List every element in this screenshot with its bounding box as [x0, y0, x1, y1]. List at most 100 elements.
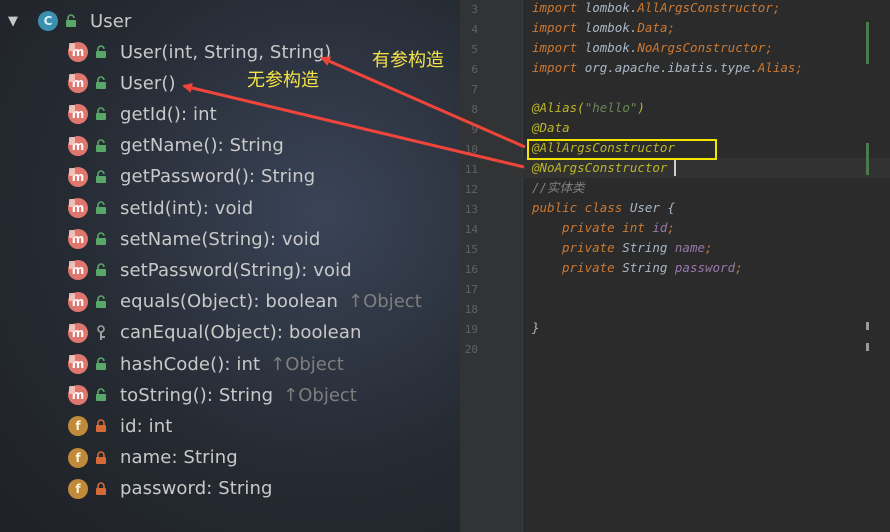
member-label: equals(Object): boolean — [120, 291, 339, 313]
member-label: canEqual(Object): boolean — [120, 322, 362, 344]
member-label: getPassword(): String — [120, 166, 316, 188]
member-label: User() — [120, 72, 176, 94]
public-unlock-icon — [94, 356, 108, 372]
member-row[interactable]: m User() — [68, 69, 176, 97]
text-cursor — [674, 160, 676, 176]
line-number: 6 — [471, 63, 478, 76]
line-number: 3 — [471, 3, 478, 16]
member-row[interactable]: m canEqual(Object): boolean — [68, 319, 362, 347]
method-icon: m — [68, 260, 88, 281]
inherited-from-label: ↑Object — [283, 384, 357, 406]
line-number: 10 — [464, 143, 478, 156]
member-label: User(int, String, String) — [120, 41, 332, 63]
member-row[interactable]: m getName(): String — [68, 132, 284, 160]
code-alias-annotation: @Alias("hello") — [532, 100, 645, 115]
public-unlock-icon — [94, 262, 108, 278]
line-number: 16 — [464, 263, 478, 276]
method-icon: m — [68, 322, 88, 343]
code-class-declaration: public class User { — [532, 200, 675, 215]
field-icon: f — [68, 478, 88, 499]
vcs-change-marker — [866, 143, 869, 175]
field-icon: f — [68, 416, 88, 437]
line-number: 19 — [464, 323, 478, 336]
public-unlock-icon — [94, 200, 108, 216]
member-label: getName(): String — [120, 135, 284, 157]
code-import-line: import org.apache.ibatis.type.Alias; — [532, 60, 803, 75]
allargs-highlight-box — [527, 139, 717, 160]
member-row[interactable]: f id: int — [68, 412, 172, 440]
scroll-marker — [866, 343, 869, 351]
vcs-change-marker — [866, 22, 869, 64]
line-number: 17 — [464, 283, 478, 296]
method-icon: m — [68, 135, 88, 156]
line-number: 11 — [464, 163, 478, 176]
line-number: 12 — [464, 183, 478, 196]
member-row[interactable]: m setId(int): void — [68, 194, 253, 222]
member-label: name: String — [120, 447, 238, 469]
member-label: password: String — [120, 478, 273, 500]
private-lock-icon — [94, 450, 108, 466]
protected-key-icon — [94, 324, 108, 341]
member-label: setPassword(String): void — [120, 259, 352, 281]
tree-root-user[interactable]: ▼ C User — [8, 7, 131, 35]
public-unlock-icon — [94, 44, 108, 60]
member-label: toString(): String — [120, 384, 274, 406]
code-import-line: import lombok.Data; — [532, 20, 676, 35]
member-row[interactable]: m User(int, String, String) — [68, 38, 331, 66]
method-icon: m — [68, 73, 88, 94]
code-close-brace: } — [532, 320, 540, 335]
member-row[interactable]: m toString(): String ↑Object — [68, 381, 357, 409]
member-row[interactable]: m setPassword(String): void — [68, 256, 352, 284]
method-icon: m — [68, 166, 88, 187]
public-unlock-icon — [94, 106, 108, 122]
inherited-from-label: ↑Object — [270, 353, 344, 375]
code-field-id: private int id; — [562, 220, 675, 235]
member-row[interactable]: m getPassword(): String — [68, 163, 315, 191]
line-number: 18 — [464, 303, 478, 316]
scroll-marker — [866, 322, 869, 330]
member-row[interactable]: m getId(): int — [68, 100, 217, 128]
structure-panel: ▼ C User m User(int, String, String) m User… — [0, 0, 460, 532]
line-number: 14 — [464, 223, 478, 236]
line-number: 5 — [471, 43, 478, 56]
method-icon: m — [68, 354, 88, 374]
class-icon: C — [38, 11, 58, 31]
member-row[interactable]: m hashCode(): int ↑Object — [68, 350, 344, 378]
method-icon: m — [68, 198, 88, 218]
method-icon: m — [68, 229, 88, 250]
line-number-gutter: 3 4 5 6 7 8 9 10 11 12 13 14 15 16 17 18 19 20 — [460, 0, 523, 532]
code-comment: //实体类 — [532, 180, 585, 195]
member-label: id: int — [120, 415, 173, 437]
line-number: 8 — [471, 103, 478, 116]
method-icon: m — [68, 385, 88, 406]
member-row[interactable]: f password: String — [68, 475, 273, 503]
public-unlock-icon — [94, 387, 108, 403]
code-noargs-annotation: @NoArgsConstructor — [532, 160, 668, 175]
member-label: setId(int): void — [120, 197, 254, 219]
public-unlock-icon — [94, 231, 108, 247]
member-label: hashCode(): int — [120, 353, 261, 375]
line-number: 9 — [471, 123, 478, 136]
method-icon: m — [68, 42, 88, 62]
line-number: 15 — [464, 243, 478, 256]
private-lock-icon — [94, 418, 108, 434]
public-unlock-icon — [94, 75, 108, 91]
member-row[interactable]: m setName(String): void — [68, 225, 320, 253]
field-icon: f — [68, 447, 88, 468]
public-unlock-icon — [94, 138, 108, 154]
member-row[interactable]: m equals(Object): boolean ↑Object — [68, 288, 422, 316]
code-editor[interactable]: 3 4 5 6 7 8 9 10 11 12 13 14 15 16 17 18 19 20 import lom… — [460, 0, 890, 532]
member-label: getId(): int — [120, 103, 217, 125]
code-import-line: import lombok.AllArgsConstructor; — [532, 0, 781, 15]
inherited-from-label: ↑Object — [348, 291, 422, 313]
method-icon: m — [68, 291, 88, 312]
code-field-name: private String name; — [562, 240, 713, 255]
code-data-annotation: @Data — [532, 120, 570, 135]
private-lock-icon — [94, 481, 108, 497]
line-number: 13 — [464, 203, 478, 216]
public-unlock-icon — [94, 169, 108, 185]
code-field-password: private String password; — [562, 260, 743, 275]
note-no-args-constructor: 无参构造 — [247, 70, 319, 91]
collapse-caret-icon[interactable]: ▼ — [8, 14, 28, 29]
member-row[interactable]: f name: String — [68, 444, 238, 472]
